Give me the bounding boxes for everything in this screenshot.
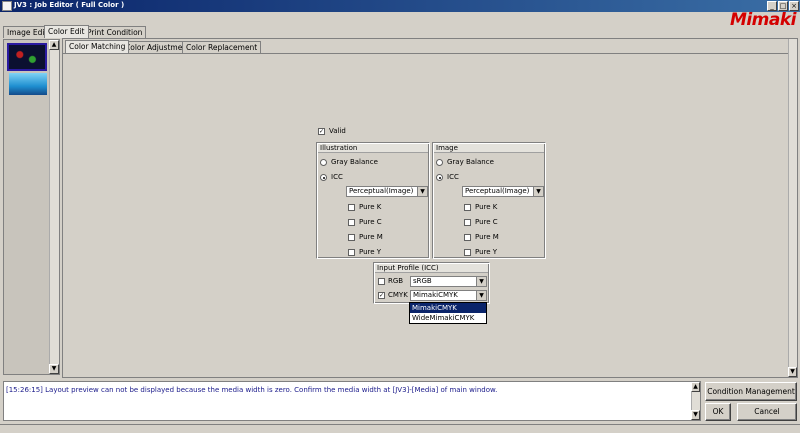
image-pure-y-label: Pure Y: [475, 248, 498, 256]
illustration-pure-y-label: Pure Y: [359, 248, 382, 256]
image-pure-m-checkbox[interactable]: [464, 234, 471, 241]
image-group: Image Gray Balance ICC Perceptual(Image)…: [432, 142, 546, 259]
input-profile-header: Input Profile (ICC): [375, 264, 488, 273]
image-pure-c-label: Pure C: [475, 218, 498, 226]
message-text: [15:26:15] Layout preview can not be dis…: [6, 386, 498, 394]
tab-color-edit[interactable]: Color Edit: [44, 25, 89, 38]
ok-button[interactable]: OK: [705, 403, 731, 421]
illustration-header: Illustration: [318, 144, 428, 153]
illustration-icc-label: ICC: [331, 173, 343, 181]
tab-color-matching[interactable]: Color Matching: [65, 40, 130, 53]
image-pure-m-label: Pure M: [475, 233, 499, 241]
image-pure-k-checkbox[interactable]: [464, 204, 471, 211]
cmyk-checkbox[interactable]: ✓: [378, 292, 385, 299]
title-bar: JV3 : Job Editor ( Full Color ) _ □ ×: [0, 0, 800, 12]
illustration-pure-c-checkbox[interactable]: [348, 219, 355, 226]
cancel-button[interactable]: Cancel: [737, 403, 797, 421]
chevron-down-icon[interactable]: ▼: [533, 187, 543, 196]
illustration-gray-balance-label: Gray Balance: [331, 158, 378, 166]
image-pure-k-label: Pure K: [475, 203, 498, 211]
illustration-pure-k-checkbox[interactable]: [348, 204, 355, 211]
thumbnail[interactable]: [9, 73, 47, 95]
image-gray-balance-label: Gray Balance: [447, 158, 494, 166]
illustration-group: Illustration Gray Balance ICC Perceptual…: [316, 142, 430, 259]
thumbnail-selected[interactable]: [7, 43, 47, 71]
input-profile-group: Input Profile (ICC) RGB sRGB ▼ ✓ CMYK Mi…: [373, 262, 490, 304]
image-gray-balance-radio[interactable]: [436, 159, 443, 166]
illustration-icc-radio[interactable]: [320, 174, 327, 181]
image-intent-value: Perceptual(Image): [465, 187, 530, 195]
chevron-down-icon[interactable]: ▼: [417, 187, 427, 196]
tab-print-condition[interactable]: Print Condition: [83, 26, 147, 38]
app-icon: [2, 1, 12, 11]
rgb-checkbox[interactable]: [378, 278, 385, 285]
dropdown-option[interactable]: MimakiCMYK: [410, 303, 486, 313]
illustration-pure-c-label: Pure C: [359, 218, 382, 226]
illustration-pure-k-label: Pure K: [359, 203, 382, 211]
cmyk-profile-dropdown[interactable]: MimakiCMYK WideMimakiCMYK: [409, 302, 487, 324]
illustration-gray-balance-radio[interactable]: [320, 159, 327, 166]
rgb-profile-select[interactable]: sRGB ▼: [410, 276, 487, 287]
scroll-up-icon[interactable]: ▲: [49, 40, 59, 50]
thumbnail-panel: ▲ ▼: [3, 39, 60, 375]
cmyk-label: CMYK: [388, 291, 408, 299]
illustration-pure-m-label: Pure M: [359, 233, 383, 241]
image-header: Image: [434, 144, 544, 153]
rgb-profile-value: sRGB: [413, 277, 432, 285]
chevron-down-icon[interactable]: ▼: [476, 277, 486, 286]
scroll-down-icon[interactable]: ▼: [788, 367, 797, 377]
illustration-pure-y-checkbox[interactable]: [348, 249, 355, 256]
message-log: [15:26:15] Layout preview can not be dis…: [3, 381, 701, 421]
color-edit-panel: Color Matching Color Adjustment Color Re…: [62, 38, 798, 378]
image-pure-c-checkbox[interactable]: [464, 219, 471, 226]
dropdown-option[interactable]: WideMimakiCMYK: [410, 313, 486, 323]
image-icc-label: ICC: [447, 173, 459, 181]
scroll-down-icon[interactable]: ▼: [691, 410, 700, 420]
chevron-down-icon[interactable]: ▼: [476, 291, 486, 300]
image-pure-y-checkbox[interactable]: [464, 249, 471, 256]
scroll-up-icon[interactable]: ▲: [691, 382, 700, 392]
message-scrollbar[interactable]: ▲ ▼: [691, 382, 700, 420]
rgb-label: RGB: [388, 277, 404, 285]
cmyk-profile-value: MimakiCMYK: [413, 291, 458, 299]
illustration-intent-value: Perceptual(Image): [349, 187, 414, 195]
image-icc-radio[interactable]: [436, 174, 443, 181]
valid-label: Valid: [329, 127, 346, 135]
valid-checkbox[interactable]: ✓: [318, 128, 325, 135]
illustration-intent-select[interactable]: Perceptual(Image) ▼: [346, 186, 428, 197]
tab-color-replacement[interactable]: Color Replacement: [182, 41, 262, 53]
condition-management-button[interactable]: Condition Management: [705, 382, 797, 401]
window-title: JV3 : Job Editor ( Full Color ): [14, 1, 125, 9]
image-intent-select[interactable]: Perceptual(Image) ▼: [462, 186, 544, 197]
status-bar: [0, 424, 800, 433]
mimaki-logo: Mimaki: [729, 10, 797, 30]
cmyk-profile-select[interactable]: MimakiCMYK ▼: [410, 290, 487, 301]
thumbnail-scrollbar[interactable]: ▲ ▼: [49, 40, 59, 374]
illustration-pure-m-checkbox[interactable]: [348, 234, 355, 241]
scroll-down-icon[interactable]: ▼: [49, 364, 59, 374]
main-scrollbar[interactable]: ▼: [788, 39, 797, 377]
